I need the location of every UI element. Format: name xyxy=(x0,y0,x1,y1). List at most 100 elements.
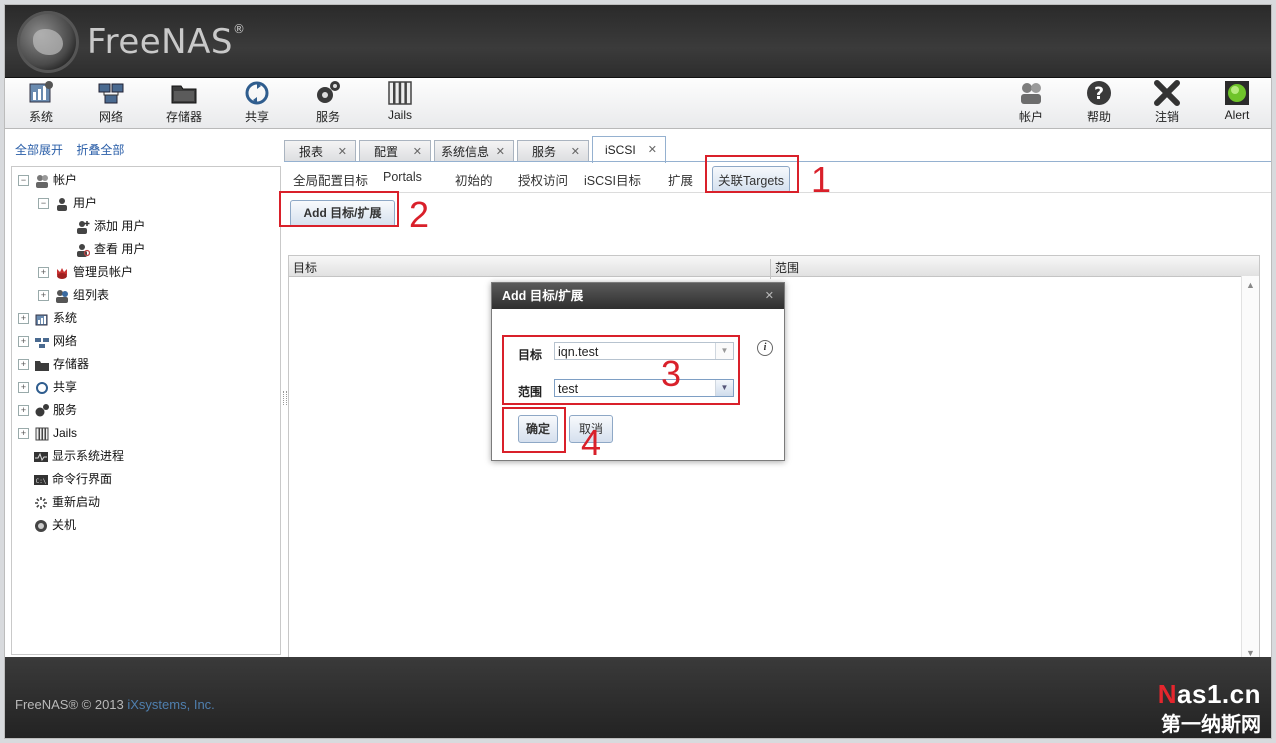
subtab-authorized-access[interactable]: 授权访问 xyxy=(518,170,568,189)
tab-iscsi[interactable]: iSCSI ✕ xyxy=(592,136,666,163)
tree-item-label: 关机 xyxy=(52,518,77,532)
collapse-toggle-icon[interactable]: − xyxy=(18,175,29,187)
tree-item-admin-account[interactable]: + 管理员帐户 xyxy=(38,263,133,281)
subtab-initiators[interactable]: 初始的 xyxy=(455,170,493,189)
tree-item-services[interactable]: + 服务 xyxy=(18,401,77,419)
logout-icon xyxy=(1154,80,1180,106)
toolbar-network-button[interactable]: 网络 xyxy=(81,80,141,125)
expand-toggle-icon[interactable]: + xyxy=(38,290,49,302)
tab-close-icon[interactable]: ✕ xyxy=(338,141,347,163)
tree-item-system[interactable]: + 系统 xyxy=(18,309,77,327)
column-header-target[interactable]: 目标 xyxy=(293,259,317,276)
jails-icon xyxy=(35,427,49,441)
expand-toggle-icon[interactable]: + xyxy=(18,405,29,417)
scroll-up-icon[interactable]: ▲ xyxy=(1246,280,1255,290)
tree-item-reboot[interactable]: 重新启动 xyxy=(34,493,100,511)
account-icon xyxy=(1021,83,1041,104)
tab-system-info[interactable]: 系统信息 ✕ xyxy=(434,140,514,162)
tab-label: 系统信息 xyxy=(441,145,490,159)
expand-all-link[interactable]: 全部展开 xyxy=(15,143,63,157)
tree-item-shell[interactable]: C:\ 命令行界面 xyxy=(34,470,112,488)
storage-icon xyxy=(35,360,49,371)
groups-icon xyxy=(56,289,68,303)
tree-item-label: 添加 用户 xyxy=(94,219,146,233)
subtab-extents[interactable]: 扩展 xyxy=(668,170,693,189)
tree-item-label: 帐户 xyxy=(53,173,78,187)
navigation-tree: − 帐户 − 用户 添加 用户 查看 用户 + 管理员帐户 + 组列表 + 系统 + 网络 … xyxy=(11,166,281,655)
account-icon xyxy=(36,174,48,188)
app-header: FreeNAS® xyxy=(5,5,1271,78)
tree-item-account[interactable]: − 帐户 xyxy=(18,171,77,189)
column-divider[interactable] xyxy=(770,259,771,279)
tree-item-processes[interactable]: 显示系统进程 xyxy=(34,447,124,465)
freenas-shark-logo-icon xyxy=(17,11,79,73)
toolbar-services-button[interactable]: 服务 xyxy=(298,80,358,125)
ixsystems-link[interactable]: iXsystems, Inc. xyxy=(127,697,214,712)
tree-item-label: 显示系统进程 xyxy=(52,449,125,463)
watermark-tagline: 第一纳斯网 xyxy=(1161,714,1261,736)
copyright-text: FreeNAS® © 2013 iXsystems, Inc. xyxy=(15,697,215,712)
tab-close-icon[interactable]: ✕ xyxy=(648,137,657,164)
collapse-toggle-icon[interactable]: − xyxy=(38,198,49,210)
toolbar-sharing-label: 共享 xyxy=(244,110,269,124)
toolbar-account-button[interactable]: 帐户 xyxy=(1001,80,1061,125)
system-icon xyxy=(29,81,53,103)
tab-close-icon[interactable]: ✕ xyxy=(496,141,505,163)
tab-settings[interactable]: 配置 ✕ xyxy=(359,140,431,162)
tree-item-shutdown[interactable]: 关机 xyxy=(34,516,76,534)
toolbar-logout-button[interactable]: 注销 xyxy=(1137,80,1197,125)
tree-item-add-user[interactable]: 添加 用户 xyxy=(76,217,145,235)
reboot-icon xyxy=(35,496,47,509)
tab-reports[interactable]: 报表 ✕ xyxy=(284,140,356,162)
subtab-portals[interactable]: Portals xyxy=(383,170,422,184)
expand-toggle-icon[interactable]: + xyxy=(38,267,49,279)
toolbar-help-label: 帮助 xyxy=(1086,110,1111,124)
tab-close-icon[interactable]: ✕ xyxy=(413,141,422,163)
dialog-titlebar[interactable]: Add 目标/扩展 ✕ xyxy=(492,283,784,309)
expand-toggle-icon[interactable]: + xyxy=(18,336,29,348)
tree-item-storage[interactable]: + 存储器 xyxy=(18,355,89,373)
expand-toggle-icon[interactable]: + xyxy=(18,359,29,371)
tree-item-view-users[interactable]: 查看 用户 xyxy=(76,240,145,258)
tree-item-label: 管理员帐户 xyxy=(73,265,134,279)
tree-item-label: 服务 xyxy=(53,403,78,417)
tree-item-network[interactable]: + 网络 xyxy=(18,332,77,350)
svg-text:C:\: C:\ xyxy=(36,478,47,485)
expand-toggle-icon[interactable]: + xyxy=(18,428,29,440)
shell-icon: C:\ xyxy=(34,474,48,485)
dialog-close-icon[interactable]: ✕ xyxy=(765,283,774,309)
add-user-icon xyxy=(77,220,90,234)
tree-item-jails[interactable]: + Jails xyxy=(18,424,77,442)
toolbar-system-button[interactable]: 系统 xyxy=(11,80,71,125)
toolbar-account-label: 帐户 xyxy=(1018,110,1043,124)
svg-text:?: ? xyxy=(1094,84,1104,104)
subtab-target-global-config[interactable]: 全局配置目标 xyxy=(293,170,368,189)
app-footer: FreeNAS® © 2013 iXsystems, Inc. Nas1.cn … xyxy=(5,657,1271,738)
tab-close-icon[interactable]: ✕ xyxy=(571,141,580,163)
toolbar-storage-button[interactable]: 存储器 xyxy=(154,80,214,125)
toolbar-alert-button[interactable]: Alert xyxy=(1207,80,1267,122)
expand-toggle-icon[interactable]: + xyxy=(18,382,29,394)
tree-item-groups[interactable]: + 组列表 xyxy=(38,286,109,304)
column-header-extent[interactable]: 范围 xyxy=(775,259,799,276)
subtab-iscsi-targets[interactable]: iSCSI目标 xyxy=(584,170,641,189)
tab-services[interactable]: 服务 ✕ xyxy=(517,140,589,162)
expand-toggle-icon[interactable]: + xyxy=(18,313,29,325)
sidebar: 全部展开 折叠全部 − 帐户 − 用户 添加 用户 查看 用户 + 管理员帐户 + 组列… xyxy=(9,133,281,655)
toolbar-network-label: 网络 xyxy=(98,110,123,124)
grid-vertical-scrollbar[interactable]: ▲ ▼ xyxy=(1241,276,1259,660)
registered-mark: ® xyxy=(232,22,246,36)
toolbar-services-label: 服务 xyxy=(315,110,340,124)
network-icon xyxy=(35,337,49,348)
collapse-all-link[interactable]: 折叠全部 xyxy=(76,143,124,157)
toolbar-sharing-button[interactable]: 共享 xyxy=(227,80,287,125)
info-icon[interactable]: i xyxy=(757,340,773,356)
site-watermark: Nas1.cn 第一纳斯网 xyxy=(1158,679,1261,737)
tree-item-sharing[interactable]: + 共享 xyxy=(18,378,77,396)
logo-text: FreeNAS xyxy=(87,22,233,62)
services-icon xyxy=(35,403,49,417)
copyright-label: FreeNAS® © 2013 xyxy=(15,697,128,712)
tree-item-users[interactable]: − 用户 xyxy=(38,194,97,212)
toolbar-jails-button[interactable]: Jails xyxy=(370,80,430,122)
toolbar-help-button[interactable]: ? 帮助 xyxy=(1069,80,1129,125)
